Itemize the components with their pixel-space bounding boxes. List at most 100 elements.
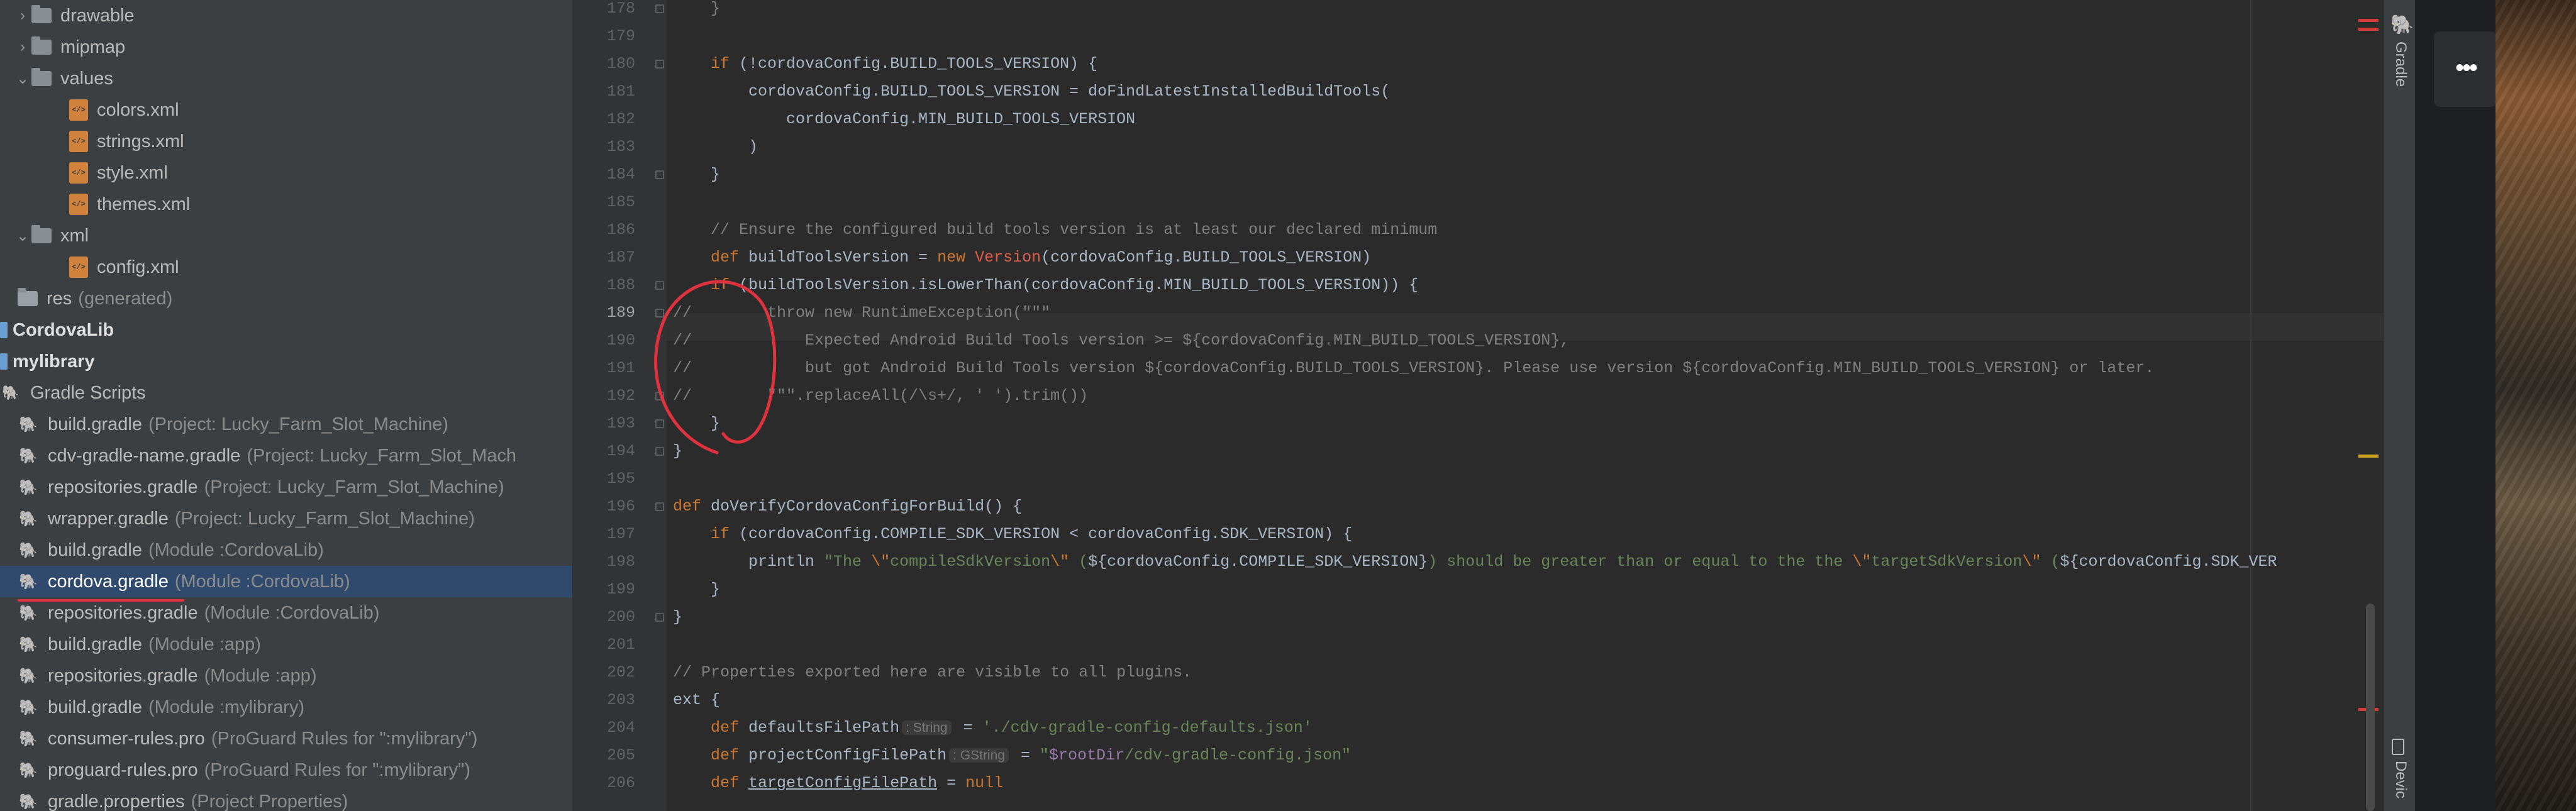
- tree-item-name: style.xml: [97, 162, 168, 183]
- gradle-file-icon: 🐘: [19, 730, 38, 748]
- gradle-file-icon: 🐘: [19, 604, 38, 622]
- chevron-down-icon[interactable]: ⌄: [14, 227, 31, 245]
- folder-icon: [31, 225, 52, 243]
- project-tree-panel: › drawable › mipmap ⌄ values </> colors.xml </> s…: [0, 0, 572, 811]
- tree-item-description: (generated): [78, 288, 173, 309]
- gradle-scripts-icon: 🐘: [2, 385, 19, 400]
- tree-item-name: colors.xml: [97, 99, 179, 120]
- tree-item[interactable]: </> style.xml: [0, 157, 572, 189]
- tree-item-name: consumer-rules.pro: [48, 728, 205, 749]
- folder-icon: [31, 5, 52, 23]
- gradle-elephant-icon[interactable]: 🐘: [2390, 14, 2414, 36]
- gradle-file-icon: 🐘: [19, 416, 38, 433]
- device-tool-tab[interactable]: Devic: [2392, 761, 2409, 798]
- tree-item-description: (Project: Lucky_Farm_Slot_Machine): [204, 477, 504, 497]
- tree-item[interactable]: </> colors.xml: [0, 94, 572, 126]
- tree-item[interactable]: ⌄ xml: [0, 220, 572, 251]
- tree-item-description: (Module :mylibrary): [148, 697, 305, 717]
- tree-item[interactable]: </> strings.xml: [0, 126, 572, 157]
- xml-file-icon: </>: [69, 162, 88, 184]
- red-circle-annotation: [654, 280, 777, 455]
- tree-item[interactable]: 🐘 build.gradle (Module :CordovaLib): [0, 534, 572, 566]
- tree-item-name: values: [60, 68, 113, 89]
- gradle-file-icon: 🐘: [19, 573, 38, 590]
- xml-file-icon: </>: [69, 99, 88, 121]
- tree-item-description: (Module :app): [148, 634, 261, 654]
- xml-file-icon: </>: [69, 194, 88, 215]
- tree-item-name: config.xml: [97, 257, 179, 277]
- tree-item[interactable]: ⌄ values: [0, 63, 572, 94]
- tree-item[interactable]: 🐘 build.gradle (Project: Lucky_Farm_Slot_M…: [0, 409, 572, 440]
- tree-item[interactable]: 🐘 cdv-gradle-name.gradle (Project: Lucky_F…: [0, 440, 572, 472]
- module-icon: [0, 322, 8, 338]
- tree-item-description: (Project Properties): [191, 791, 348, 811]
- tree-item-name: build.gradle: [48, 414, 142, 434]
- tree-item[interactable]: 🐘 repositories.gradle (Module :CordovaLib): [0, 597, 572, 629]
- tree-item[interactable]: 🐘 build.gradle (Module :mylibrary): [0, 692, 572, 723]
- tree-item-name: res: [47, 288, 72, 309]
- vertical-scrollbar[interactable]: [2366, 604, 2375, 811]
- tree-item-name: repositories.gradle: [48, 602, 198, 623]
- chevron-down-icon[interactable]: ⌄: [14, 70, 31, 88]
- tree-item-name: gradle.properties: [48, 791, 185, 811]
- chevron-right-icon[interactable]: ›: [14, 7, 31, 25]
- tree-item-description: (Module :CordovaLib): [148, 539, 324, 560]
- tree-item-name: mylibrary: [13, 351, 95, 372]
- tree-item[interactable]: 🐘 Gradle Scripts: [0, 377, 572, 409]
- device-icon[interactable]: [2392, 739, 2404, 755]
- warning-marker[interactable]: [2358, 455, 2379, 458]
- error-marker[interactable]: [2358, 19, 2379, 22]
- gradle-file-icon: 🐘: [19, 478, 38, 496]
- tree-item[interactable]: 🐘 build.gradle (Module :app): [0, 629, 572, 660]
- tree-item[interactable]: 🐘 proguard-rules.pro (ProGuard Rules for "…: [0, 754, 572, 786]
- tree-item-description: (Project: Lucky_Farm_Slot_Machine): [148, 414, 449, 434]
- tree-item-description: (Project: Lucky_Farm_Slot_Mach: [247, 445, 516, 466]
- tree-item-name: themes.xml: [97, 194, 191, 214]
- tree-item[interactable]: CordovaLib: [0, 314, 572, 346]
- tree-item-description: (Module :CordovaLib): [204, 602, 380, 623]
- tree-item[interactable]: 🐘 gradle.properties (Project Properties): [0, 786, 572, 811]
- tree-item[interactable]: 🐘 repositories.gradle (Module :app): [0, 660, 572, 692]
- error-marker[interactable]: [2358, 28, 2379, 31]
- tree-item-description: (Module :CordovaLib): [174, 571, 350, 592]
- tree-item[interactable]: 🐘 wrapper.gradle (Project: Lucky_Farm_Slot…: [0, 503, 572, 534]
- tree-item-name: cdv-gradle-name.gradle: [48, 445, 241, 466]
- tree-item[interactable]: mylibrary: [0, 346, 572, 377]
- xml-file-icon: </>: [69, 257, 88, 278]
- tree-item-name: Gradle Scripts: [30, 382, 146, 403]
- tree-item-name: repositories.gradle: [48, 477, 198, 497]
- module-icon: [0, 353, 8, 370]
- tree-item[interactable]: › mipmap: [0, 31, 572, 63]
- tree-item-name: mipmap: [60, 36, 126, 57]
- folder-icon: [31, 68, 52, 86]
- tree-item-name: build.gradle: [48, 697, 142, 717]
- tree-item-name: drawable: [60, 5, 135, 26]
- tree-item-name: proguard-rules.pro: [48, 759, 198, 780]
- gradle-file-icon: 🐘: [19, 793, 38, 810]
- tree-item-description: (Module :app): [204, 665, 317, 686]
- more-options-icon[interactable]: •••: [2455, 54, 2478, 82]
- tree-item-name: wrapper.gradle: [48, 508, 169, 529]
- right-tool-strip: 🐘 Gradle Devic: [2384, 0, 2416, 811]
- gradle-file-icon: 🐘: [19, 698, 38, 716]
- tree-item[interactable]: 🐘 cordova.gradle (Module :CordovaLib): [0, 566, 572, 597]
- tree-item[interactable]: 🐘 repositories.gradle (Project: Lucky_Farm…: [0, 472, 572, 503]
- gradle-file-icon: 🐘: [19, 761, 38, 779]
- folder-icon: [18, 288, 38, 306]
- gradle-tool-tab[interactable]: Gradle: [2392, 41, 2409, 87]
- tree-item[interactable]: 🐘 consumer-rules.pro (ProGuard Rules for "…: [0, 723, 572, 754]
- tree-item[interactable]: › drawable: [0, 0, 572, 31]
- tree-item[interactable]: </> config.xml: [0, 251, 572, 283]
- tree-item-description: (ProGuard Rules for ":mylibrary"): [211, 728, 478, 749]
- tree-item-name: build.gradle: [48, 634, 142, 654]
- gradle-file-icon: 🐘: [19, 667, 38, 685]
- tree-item-name: build.gradle: [48, 539, 142, 560]
- tree-item[interactable]: res (generated): [0, 283, 572, 314]
- folder-icon: [31, 36, 52, 55]
- code-editor[interactable]: 178 179 180 181 182 183 184 185 186 187 188 189 190 1…: [572, 0, 2384, 811]
- chevron-right-icon[interactable]: ›: [14, 38, 31, 56]
- gradle-file-icon: 🐘: [19, 541, 38, 559]
- tree-item[interactable]: </> themes.xml: [0, 189, 572, 220]
- tree-item-description: (Project: Lucky_Farm_Slot_Machine): [174, 508, 475, 529]
- gradle-file-icon: 🐘: [19, 510, 38, 527]
